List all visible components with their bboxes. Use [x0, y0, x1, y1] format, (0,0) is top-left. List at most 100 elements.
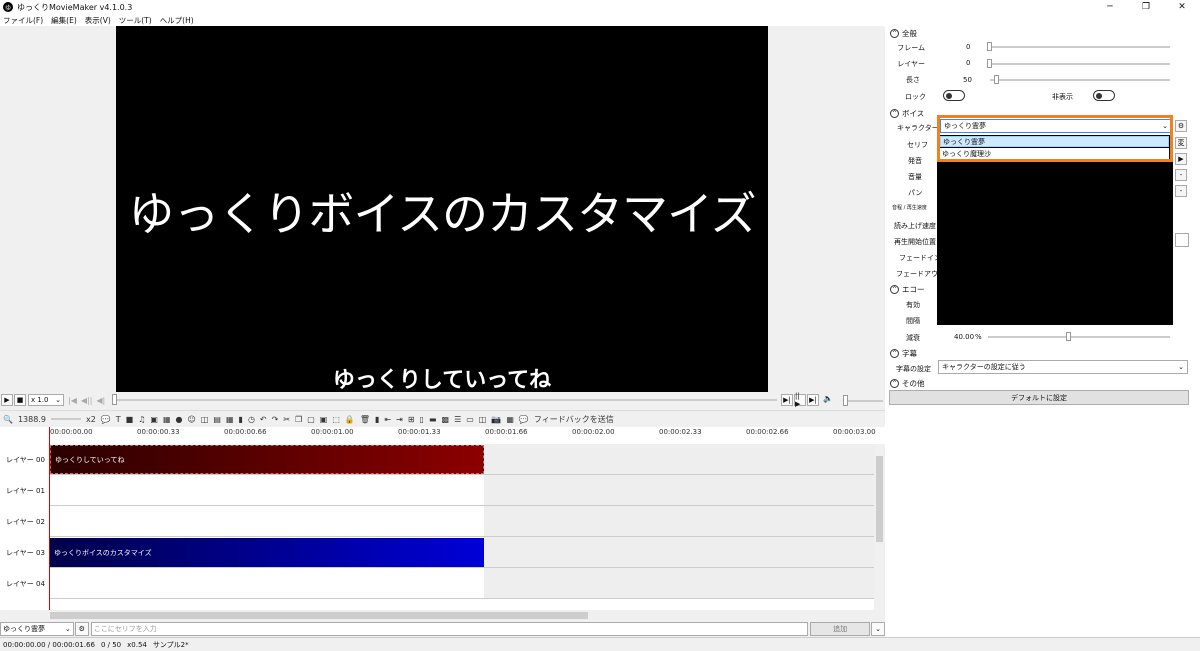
grid-icon[interactable]: ▦	[226, 415, 234, 424]
maximize-button[interactable]: ❐	[1128, 0, 1164, 14]
undo-icon[interactable]: ↶	[260, 415, 267, 424]
layer-empty-area[interactable]	[484, 568, 874, 598]
volume-reset-icon[interactable]: -	[1175, 169, 1187, 181]
save-icon[interactable]: ▩	[442, 415, 450, 424]
menu-view[interactable]: 表示(V)	[85, 15, 111, 26]
serif-input[interactable]: ここにセリフを入力	[90, 622, 809, 636]
split-left-icon[interactable]: ⇤	[384, 415, 391, 424]
skip-start-icon[interactable]: |◀	[68, 396, 77, 405]
seek-handle[interactable]	[112, 394, 117, 405]
menu-edit[interactable]: 編集(E)	[51, 15, 77, 26]
timeline-clip[interactable]: ゆっくりボイスのカスタマイズ	[50, 538, 484, 567]
subtitle-setting-combo[interactable]: キャラクターの設定に従う ⌄	[938, 360, 1188, 374]
character-settings-icon[interactable]: ⚙	[74, 622, 89, 636]
camera-icon[interactable]: 📷	[491, 415, 501, 424]
timeline-hscroll[interactable]	[0, 610, 885, 621]
face-icon[interactable]: ☺	[188, 415, 196, 424]
shape-icon[interactable]: ◫	[201, 415, 209, 424]
play-icon[interactable]: ▶	[1, 394, 13, 406]
paste-icon[interactable]: ▢	[307, 415, 315, 424]
default-button[interactable]: デフォルトに設定	[889, 390, 1189, 405]
add-button[interactable]: 追加	[810, 622, 871, 636]
clip-icon[interactable]: ▮	[239, 415, 243, 424]
close-button[interactable]: ✕	[1164, 0, 1200, 14]
layer-empty-area[interactable]	[50, 475, 484, 505]
section-other[interactable]: ^ その他	[890, 378, 925, 389]
text-icon[interactable]: T	[116, 415, 121, 424]
skip-end-icon[interactable]: ▶|	[807, 394, 819, 406]
menu-help[interactable]: ヘルプ(H)	[160, 15, 194, 26]
frame-slider[interactable]	[987, 46, 1170, 48]
echo-decay-handle[interactable]	[1066, 332, 1071, 341]
timeline-vscroll[interactable]	[874, 444, 885, 610]
layer-icon[interactable]: ▤	[213, 415, 221, 424]
section-voice[interactable]: ^ ボイス	[890, 108, 924, 119]
menu-file[interactable]: ファイル(F)	[3, 15, 43, 26]
image-icon[interactable]: ▣	[150, 415, 158, 424]
speed-select[interactable]: x 1.0 ⌄	[28, 394, 64, 406]
delete-layer-icon[interactable]: ▮	[375, 415, 379, 424]
new-file-icon[interactable]: ▯	[420, 415, 424, 424]
character-settings-icon[interactable]: ⚙	[1175, 120, 1187, 132]
volume-handle[interactable]	[843, 395, 848, 406]
pronunciation-play-icon[interactable]: ▶	[1175, 153, 1187, 165]
tachie-icon[interactable]: ▦	[163, 415, 171, 424]
layer-slider[interactable]	[987, 63, 1170, 65]
add-dropdown-icon[interactable]: ⌄	[871, 622, 885, 636]
redo-icon[interactable]: ↷	[272, 415, 279, 424]
layer-empty-area[interactable]	[50, 506, 484, 536]
step-back-icon[interactable]: ◀||	[81, 396, 93, 405]
timeline-clip[interactable]: ゆっくりしていってね	[50, 445, 484, 474]
settings-icon[interactable]: ☰	[454, 415, 461, 424]
group-icon[interactable]: ⊞	[408, 415, 415, 424]
section-echo[interactable]: ^ エコー	[890, 284, 925, 295]
layer-empty-area[interactable]	[484, 475, 874, 505]
layer-label[interactable]	[0, 599, 50, 610]
menu-tools[interactable]: ツール(T)	[119, 15, 152, 26]
prev-frame-icon[interactable]: ◀|	[96, 396, 105, 405]
layer-empty-area[interactable]	[50, 568, 484, 598]
delete-icon[interactable]: 🗑	[360, 415, 370, 424]
layer-label[interactable]: レイヤー 02	[0, 506, 50, 537]
person-icon[interactable]: ●	[176, 415, 183, 424]
serif-edit-button[interactable]: 変	[1175, 137, 1187, 149]
copy-icon[interactable]: ❐	[295, 415, 302, 424]
lock-toggle[interactable]	[943, 90, 965, 101]
select-icon[interactable]: ⬚	[332, 415, 340, 424]
timeline-ruler[interactable]: 00:00:00.00 00:00:00.33 00:00:00.66 00:0…	[0, 427, 885, 444]
output-icon[interactable]: ▦	[506, 415, 514, 424]
vscroll-thumb[interactable]	[876, 456, 883, 542]
audio-icon[interactable]: ♫	[138, 415, 145, 424]
pan-reset-icon[interactable]: -	[1175, 185, 1187, 197]
volume-icon[interactable]: 🔈	[823, 394, 833, 406]
length-slider[interactable]	[990, 79, 1170, 81]
frame-slider-handle[interactable]	[987, 42, 992, 51]
feedback-button[interactable]: フィードバックを送信	[534, 414, 614, 425]
section-general[interactable]: ^ 全般	[890, 28, 917, 39]
next-frame-icon[interactable]: ▶|	[781, 394, 793, 406]
stop-icon[interactable]: ■	[14, 394, 26, 406]
video-icon[interactable]: ■	[126, 415, 134, 424]
section-subtitle[interactable]: ^ 字幕	[890, 348, 917, 359]
layer-label[interactable]: レイヤー 01	[0, 475, 50, 506]
start-pos-input[interactable]	[1175, 233, 1189, 247]
comment-icon[interactable]: 💬	[101, 415, 111, 424]
clock-icon[interactable]: ◷	[248, 415, 255, 424]
zoom-multiplier[interactable]: x2	[86, 415, 96, 424]
layer-label[interactable]: レイヤー 03	[0, 537, 50, 568]
character-select[interactable]: ゆっくり霊夢 ⌄	[0, 622, 74, 636]
volume-track[interactable]	[843, 400, 883, 402]
video-preview[interactable]: ゆっくりボイスのカスタマイズ ゆっくりしていってね	[116, 26, 768, 393]
layer-label[interactable]: レイヤー 00	[0, 444, 50, 475]
lock-icon[interactable]: 🔒	[345, 415, 355, 424]
hide-toggle[interactable]	[1093, 90, 1115, 101]
layer-slider-handle[interactable]	[987, 59, 992, 68]
hscroll-thumb[interactable]	[50, 612, 588, 619]
zoom-slider[interactable]	[50, 418, 81, 420]
split-right-icon[interactable]: ⇥	[396, 415, 403, 424]
echo-decay-slider[interactable]	[988, 336, 1170, 338]
layer-label[interactable]: レイヤー 04	[0, 568, 50, 599]
export-icon[interactable]: ▭	[466, 415, 474, 424]
playhead[interactable]	[49, 427, 50, 610]
layer-empty-area[interactable]	[484, 506, 874, 536]
